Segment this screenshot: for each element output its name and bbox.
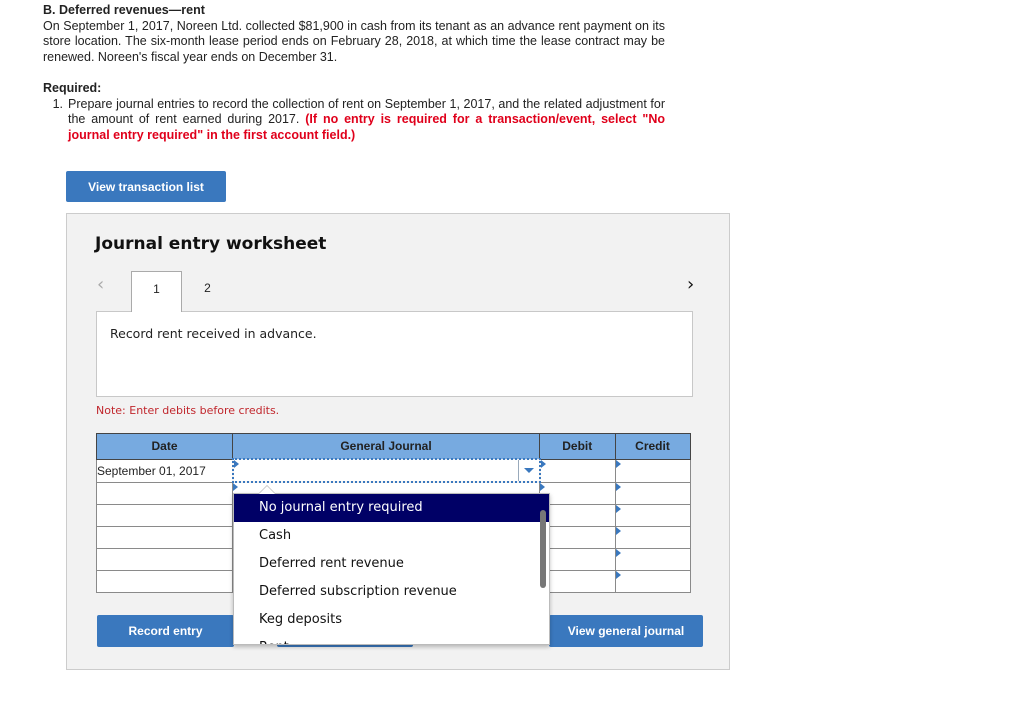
credit-input[interactable]: [614, 526, 691, 549]
credit-input[interactable]: [614, 548, 691, 571]
input-flag-icon: [615, 571, 621, 579]
input-flag-icon: [540, 482, 545, 491]
view-general-journal-button[interactable]: View general journal: [549, 615, 703, 647]
input-flag-icon: [233, 483, 238, 491]
debit-input[interactable]: [539, 526, 616, 549]
record-entry-button[interactable]: Record entry: [97, 615, 234, 647]
dropdown-option-no-entry[interactable]: No journal entry required: [234, 494, 549, 522]
debit-input[interactable]: [539, 548, 616, 571]
credit-input[interactable]: [614, 504, 691, 527]
dropdown-option-rent[interactable]: Rent: [234, 634, 549, 644]
date-cell[interactable]: [96, 570, 233, 593]
credit-input[interactable]: [614, 458, 691, 483]
credit-input[interactable]: [614, 481, 691, 505]
chevron-right-icon[interactable]: ›: [687, 274, 694, 295]
header-date: Date: [96, 433, 233, 460]
view-transaction-list-button[interactable]: View transaction list: [66, 171, 226, 202]
account-select[interactable]: [231, 458, 541, 483]
worksheet-title: Journal entry worksheet: [95, 234, 327, 254]
required-item-number: 1.: [52, 96, 63, 111]
input-flag-icon: [615, 549, 621, 557]
chevron-left-icon[interactable]: ‹: [97, 274, 104, 295]
required-item: 1. Prepare journal entries to record the…: [43, 97, 665, 144]
input-flag-icon: [233, 460, 239, 468]
dropdown-option-keg-deposits[interactable]: Keg deposits: [234, 606, 549, 634]
required-section: Required: 1. Prepare journal entries to …: [43, 81, 665, 143]
date-cell[interactable]: [96, 526, 233, 549]
date-cell[interactable]: September 01, 2017: [96, 458, 233, 483]
dropdown-arrow-icon[interactable]: [517, 460, 539, 481]
worksheet-tab-1[interactable]: 1: [131, 271, 182, 312]
dropdown-scrollbar[interactable]: [540, 510, 546, 588]
problem-statement: B. Deferred revenues—rent On September 1…: [43, 3, 665, 65]
debit-input[interactable]: [539, 458, 616, 483]
account-dropdown-list[interactable]: No journal entry required Cash Deferred …: [233, 493, 550, 645]
worksheet-tab-2[interactable]: 2: [182, 271, 233, 311]
header-credit: Credit: [614, 433, 691, 460]
dropdown-option-deferred-subscription-revenue[interactable]: Deferred subscription revenue: [234, 578, 549, 606]
debit-input[interactable]: [539, 570, 616, 593]
problem-title: B. Deferred revenues—rent: [43, 3, 205, 17]
date-cell[interactable]: [96, 504, 233, 527]
debit-input[interactable]: [539, 504, 616, 527]
dropdown-option-deferred-rent-revenue[interactable]: Deferred rent revenue: [234, 550, 549, 578]
dropdown-option-cash[interactable]: Cash: [234, 522, 549, 550]
problem-body: On September 1, 2017, Noreen Ltd. collec…: [43, 18, 665, 64]
journal-header-row: Date General Journal Debit Credit: [96, 433, 691, 460]
dropdown-pointer: [258, 485, 276, 494]
input-flag-icon: [615, 505, 621, 513]
debits-credits-note: Note: Enter debits before credits.: [96, 404, 280, 417]
input-flag-icon: [615, 482, 621, 491]
input-flag-icon: [540, 459, 546, 468]
required-item-text: Prepare journal entries to record the co…: [68, 97, 665, 144]
debit-input[interactable]: [539, 481, 616, 505]
header-debit: Debit: [539, 433, 616, 460]
credit-input[interactable]: [614, 570, 691, 593]
header-general-journal: General Journal: [232, 433, 540, 460]
input-flag-icon: [615, 459, 621, 468]
input-flag-icon: [615, 527, 621, 535]
required-label: Required:: [43, 81, 102, 95]
transaction-description: Record rent received in advance.: [96, 311, 693, 397]
journal-row: September 01, 2017: [96, 458, 691, 483]
date-cell[interactable]: [96, 548, 233, 571]
date-cell[interactable]: [96, 481, 233, 505]
